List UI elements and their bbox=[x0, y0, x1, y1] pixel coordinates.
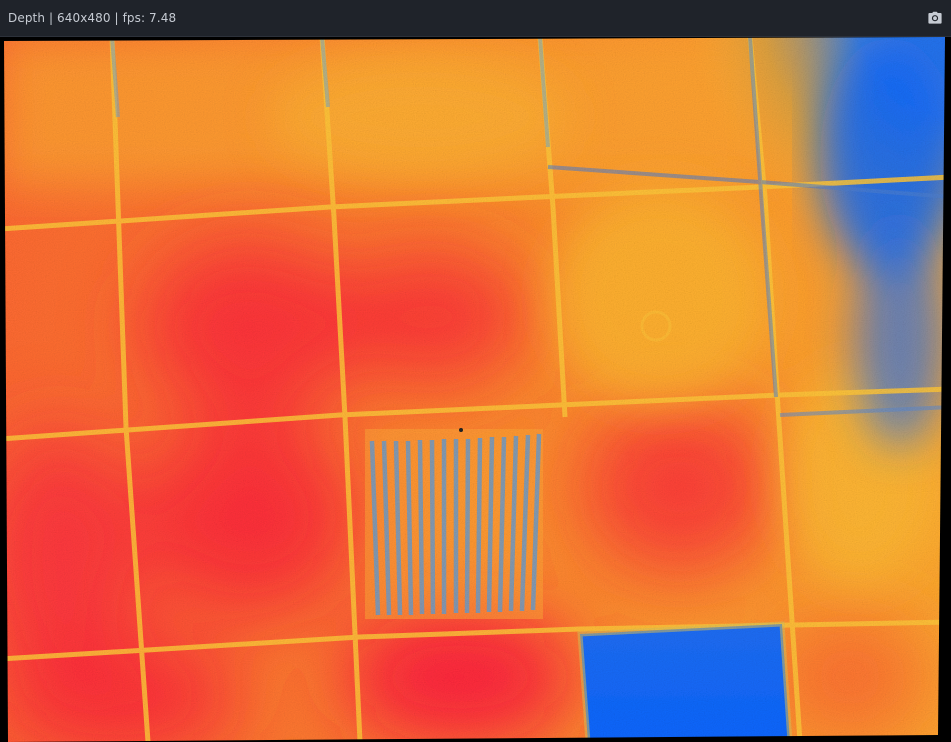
camera-icon bbox=[928, 11, 942, 24]
stream-title: Depth | 640x480 | fps: 7.48 bbox=[8, 11, 177, 25]
depth-colormap-render bbox=[4, 37, 945, 742]
stream-title-bar: Depth | 640x480 | fps: 7.48 bbox=[0, 0, 951, 37]
depth-image[interactable] bbox=[0, 37, 951, 742]
snapshot-button[interactable] bbox=[927, 10, 943, 26]
depth-stream-viewer: Depth | 640x480 | fps: 7.48 bbox=[0, 0, 951, 742]
